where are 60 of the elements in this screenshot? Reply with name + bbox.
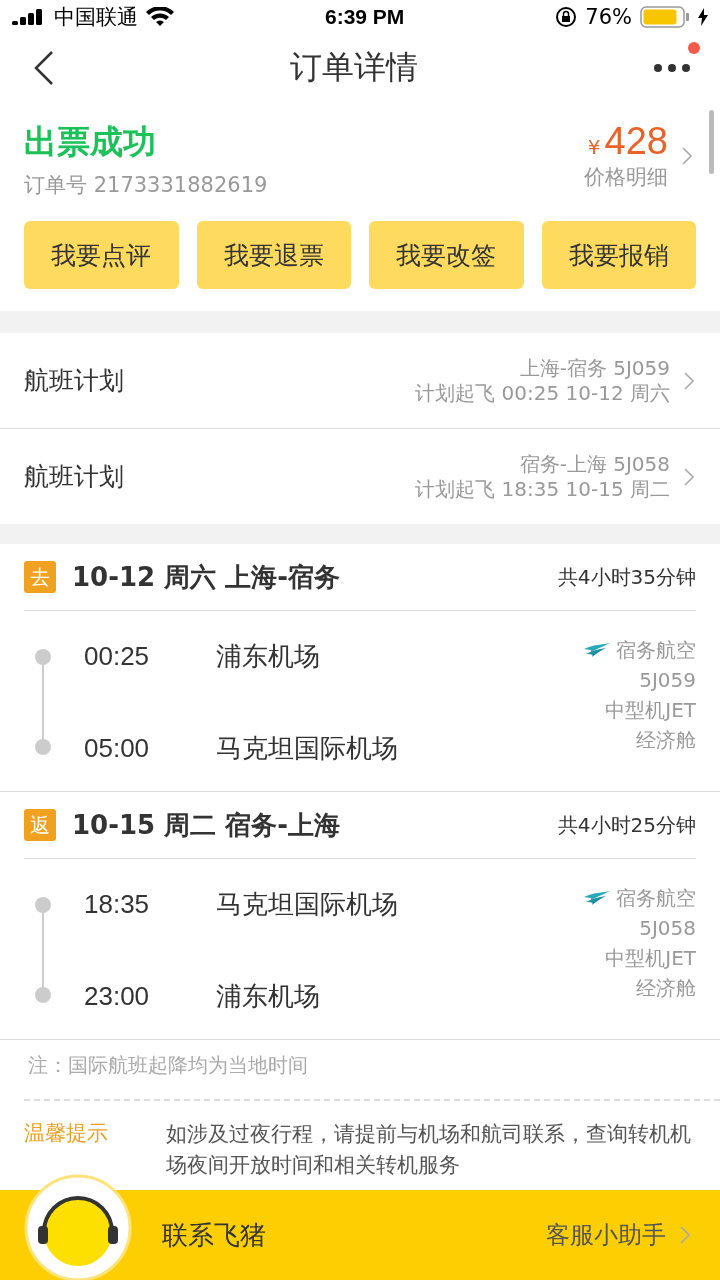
page-title: 订单详情 xyxy=(290,47,418,89)
assistant-link[interactable]: 客服小助手 xyxy=(540,1218,696,1252)
stop-time: 18:35 xyxy=(84,888,151,920)
chevron-icon xyxy=(684,467,694,486)
row-label: 航班计划 xyxy=(24,461,124,494)
flight-duration: 共4小时25分钟 xyxy=(557,811,696,839)
segment-title: 10-15 周二 宿务-上海 xyxy=(72,808,342,842)
route-text: 宿务-上海 5J058 xyxy=(519,451,670,477)
departure-text: 计划起飞 18:35 10-15 周二 xyxy=(415,476,670,502)
tip-label: 温馨提示 xyxy=(24,1120,108,1148)
segment-title: 10-12 周六 上海-宿务 xyxy=(72,560,342,594)
chevron-icon xyxy=(684,371,694,390)
departure-text: 计划起飞 00:25 10-12 周六 xyxy=(415,380,670,406)
action-button[interactable]: 我要改签 xyxy=(369,221,524,290)
flight-number: 5J058 xyxy=(639,915,696,943)
action-button[interactable]: 我要报销 xyxy=(541,221,696,290)
airport-name: 浦东机场 xyxy=(216,639,320,673)
tip-text: 如涉及过夜行程，请提前与机场和航司联系，查询转机机场夜间开放时间和相关转机服务 xyxy=(166,1121,692,1179)
order-number: 订单号 2173331882619 xyxy=(24,172,268,200)
direction-tag: 去 xyxy=(24,561,56,594)
row-label: 航班计划 xyxy=(24,365,124,398)
time-note: 注：国际航班起降均为当地时间 xyxy=(0,1040,720,1100)
more-icon[interactable] xyxy=(654,64,690,73)
price-amount: 428 xyxy=(604,120,668,164)
chevron-icon xyxy=(682,146,692,165)
clock-time: 6:39 PM xyxy=(323,5,406,29)
aircraft-type: 中型机JET xyxy=(605,697,696,725)
stop-time: 00:25 xyxy=(84,640,151,672)
currency-symbol: ¥ xyxy=(587,135,601,160)
cabin-class: 经济舱 xyxy=(636,727,696,755)
wifi-icon xyxy=(146,7,174,27)
direction-tag: 返 xyxy=(24,809,56,842)
chevron-icon xyxy=(680,1226,690,1244)
airline-name: 宿务航空 xyxy=(616,637,696,665)
cabin-class: 经济舱 xyxy=(636,975,696,1003)
airline-name: 宿务航空 xyxy=(616,885,696,913)
flight-plan-row[interactable]: 航班计划 宿务-上海 5J058 计划起飞 18:35 10-15 周二 xyxy=(0,429,720,525)
stop-time: 23:00 xyxy=(84,980,151,1012)
airport-name: 马克坦国际机场 xyxy=(216,887,398,921)
action-button[interactable]: 我要退票 xyxy=(196,221,351,290)
battery-icon xyxy=(640,6,690,28)
airline-logo-icon xyxy=(584,891,610,906)
rotation-lock-icon xyxy=(555,6,578,28)
carrier-name: 中国联通 xyxy=(54,4,138,31)
flight-plan-row[interactable]: 航班计划 上海-宿务 5J059 计划起飞 00:25 10-12 周六 xyxy=(0,333,720,430)
contact-label: 联系飞猪 xyxy=(162,1218,267,1252)
airline-logo-icon xyxy=(584,643,610,658)
battery-percent: 76% xyxy=(585,5,632,29)
charging-icon xyxy=(698,8,708,26)
action-button[interactable]: 我要点评 xyxy=(24,221,179,290)
aircraft-type: 中型机JET xyxy=(605,945,696,973)
airport-name: 浦东机场 xyxy=(216,979,320,1013)
scroll-bar xyxy=(709,110,714,175)
stop-time: 05:00 xyxy=(84,732,151,764)
ticket-status: 出票成功 xyxy=(24,121,157,164)
flight-duration: 共4小时35分钟 xyxy=(557,563,696,591)
flight-number: 5J059 xyxy=(639,667,696,695)
airport-name: 马克坦国际机场 xyxy=(216,731,398,765)
route-text: 上海-宿务 5J059 xyxy=(519,355,670,381)
back-icon[interactable] xyxy=(34,51,54,86)
